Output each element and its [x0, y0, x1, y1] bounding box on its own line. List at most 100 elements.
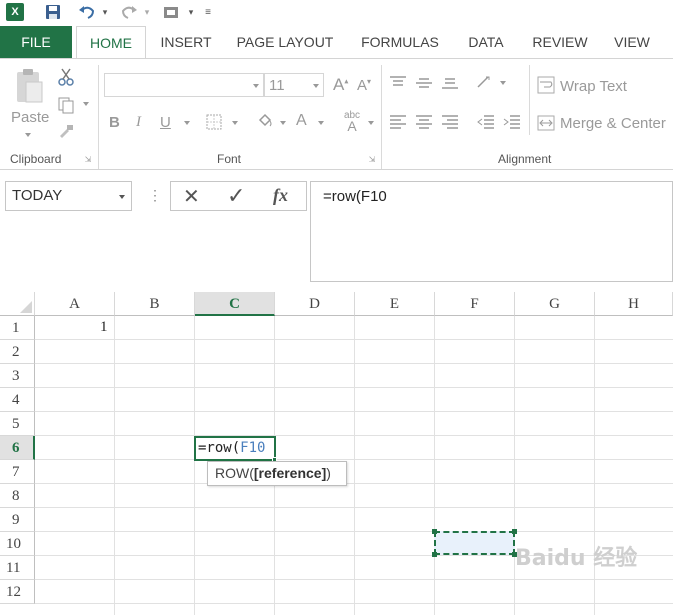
clipboard-launcher-icon[interactable]: ⇲ [84, 155, 92, 164]
undo-icon[interactable] [76, 2, 98, 22]
italic-button[interactable]: I [136, 114, 141, 131]
cancel-button[interactable]: ✕ [183, 184, 200, 209]
column-header-e[interactable]: E [355, 292, 435, 316]
paste-label[interactable]: Paste [11, 109, 49, 126]
row-header-8[interactable]: 8 [0, 484, 35, 508]
row-header-2[interactable]: 2 [0, 340, 35, 364]
decrease-indent-icon[interactable] [476, 114, 496, 130]
tooltip-function: ROW( [215, 465, 254, 481]
column-header-a[interactable]: A [35, 292, 115, 316]
row-header-10[interactable]: 10 [0, 532, 35, 556]
tab-formulas[interactable]: FORMULAS [355, 26, 445, 59]
middle-align-icon[interactable] [414, 75, 434, 91]
grow-font-button[interactable]: A▴ [333, 75, 348, 95]
phonetic-guide-icon[interactable]: abc A [340, 109, 364, 134]
formula-bar-area: TODAY ⋮ ✕ ✓ fx =row(F10 [0, 171, 673, 291]
align-right-icon[interactable] [440, 114, 460, 130]
row-header-4[interactable]: 4 [0, 388, 35, 412]
row-header-9[interactable]: 9 [0, 508, 35, 532]
font-color-dropdown-icon[interactable] [318, 121, 324, 125]
top-align-icon[interactable] [388, 75, 408, 91]
clipboard-group-label: Clipboard [10, 152, 62, 166]
align-center-icon[interactable] [414, 114, 434, 130]
select-all-corner[interactable] [0, 292, 35, 316]
paste-icon[interactable] [12, 67, 46, 107]
column-header-b[interactable]: B [115, 292, 195, 316]
touch-mode-dropdown-icon[interactable]: ▾ [186, 2, 196, 22]
orientation-icon[interactable] [474, 73, 496, 91]
redo-dropdown-icon[interactable]: ▾ [142, 2, 152, 22]
undo-dropdown-icon[interactable]: ▾ [100, 2, 110, 22]
font-color-button[interactable]: A [296, 112, 307, 130]
customize-qat-icon[interactable]: ≡ [202, 2, 214, 22]
row-header-6[interactable]: 6 [0, 436, 35, 460]
align-left-icon[interactable] [388, 114, 408, 130]
enter-button[interactable]: ✓ [227, 183, 245, 209]
ribbon-tabs: FILE HOME INSERT PAGE LAYOUT FORMULAS DA… [0, 26, 673, 60]
column-header-h[interactable]: H [595, 292, 673, 316]
font-launcher-icon[interactable]: ⇲ [368, 155, 376, 164]
formula-bar-grip-icon[interactable]: ⋮ [148, 187, 162, 204]
name-box-dropdown-icon[interactable] [119, 195, 125, 199]
name-box[interactable]: TODAY [5, 181, 132, 211]
paste-dropdown-icon[interactable] [25, 133, 31, 137]
save-icon[interactable] [42, 2, 64, 22]
borders-dropdown-icon[interactable] [232, 121, 238, 125]
cut-icon[interactable] [56, 67, 76, 87]
row-header-1[interactable]: 1 [0, 316, 35, 340]
row-header-7[interactable]: 7 [0, 460, 35, 484]
alignment-group-label: Alignment [498, 152, 552, 166]
formula-reference: F10 [240, 440, 266, 456]
column-header-g[interactable]: G [515, 292, 595, 316]
row-header-5[interactable]: 5 [0, 412, 35, 436]
orientation-dropdown-icon[interactable] [500, 81, 506, 85]
quick-access-toolbar: X ▾ ▾ ▾ ≡ [0, 0, 673, 26]
bold-button[interactable]: B [109, 114, 120, 131]
wrap-text-icon[interactable] [537, 76, 555, 94]
increase-indent-icon[interactable] [502, 114, 522, 130]
reference-marquee-f10 [432, 529, 517, 557]
tab-data[interactable]: DATA [460, 26, 512, 59]
borders-icon[interactable] [204, 113, 224, 131]
row-header-12[interactable]: 12 [0, 580, 35, 604]
column-header-c[interactable]: C [195, 292, 275, 316]
phonetic-dropdown-icon[interactable] [368, 121, 374, 125]
formula-buttons: ✕ ✓ fx [170, 181, 307, 211]
tab-insert[interactable]: INSERT [155, 26, 217, 59]
cell-a1[interactable]: 1 [100, 319, 108, 336]
redo-icon[interactable] [118, 2, 140, 22]
font-name-dropdown[interactable] [104, 73, 264, 97]
touch-mode-icon[interactable] [160, 2, 184, 22]
formula-prefix: =row( [198, 440, 241, 456]
row-header-11[interactable]: 11 [0, 556, 35, 580]
tab-file[interactable]: FILE [0, 26, 72, 59]
format-painter-icon[interactable] [56, 121, 76, 141]
column-header-d[interactable]: D [275, 292, 355, 316]
fill-color-dropdown-icon[interactable] [280, 121, 286, 125]
function-tooltip[interactable]: ROW([reference]) [207, 461, 347, 486]
tab-review[interactable]: REVIEW [526, 26, 594, 59]
tab-home[interactable]: HOME [76, 26, 146, 60]
tab-page-layout[interactable]: PAGE LAYOUT [230, 26, 340, 59]
baidu-watermark: Baidu 经验 [515, 546, 638, 571]
active-cell-c6[interactable]: =row(F10 [194, 436, 276, 461]
row-header-3[interactable]: 3 [0, 364, 35, 388]
tooltip-close-paren: ) [326, 465, 331, 481]
insert-function-button[interactable]: fx [273, 185, 288, 206]
fill-color-icon[interactable] [255, 111, 275, 131]
underline-button[interactable]: U [160, 114, 171, 131]
copy-icon[interactable] [56, 95, 76, 115]
font-group-label: Font [217, 152, 242, 166]
ribbon-home: Paste Clipboard ⇲ 11 A▴ A▾ B I U A abc A … [0, 58, 673, 170]
tab-view[interactable]: VIEW [608, 26, 656, 59]
merge-center-button[interactable]: Merge & Center [560, 115, 666, 132]
merge-center-icon[interactable] [537, 114, 555, 132]
underline-dropdown-icon[interactable] [184, 121, 190, 125]
wrap-text-button[interactable]: Wrap Text [560, 78, 627, 95]
column-header-f[interactable]: F [435, 292, 515, 316]
formula-input[interactable]: =row(F10 [310, 181, 673, 282]
copy-dropdown-icon[interactable] [83, 102, 89, 106]
bottom-align-icon[interactable] [440, 75, 460, 91]
font-size-dropdown[interactable]: 11 [264, 73, 324, 97]
shrink-font-button[interactable]: A▾ [357, 77, 371, 94]
